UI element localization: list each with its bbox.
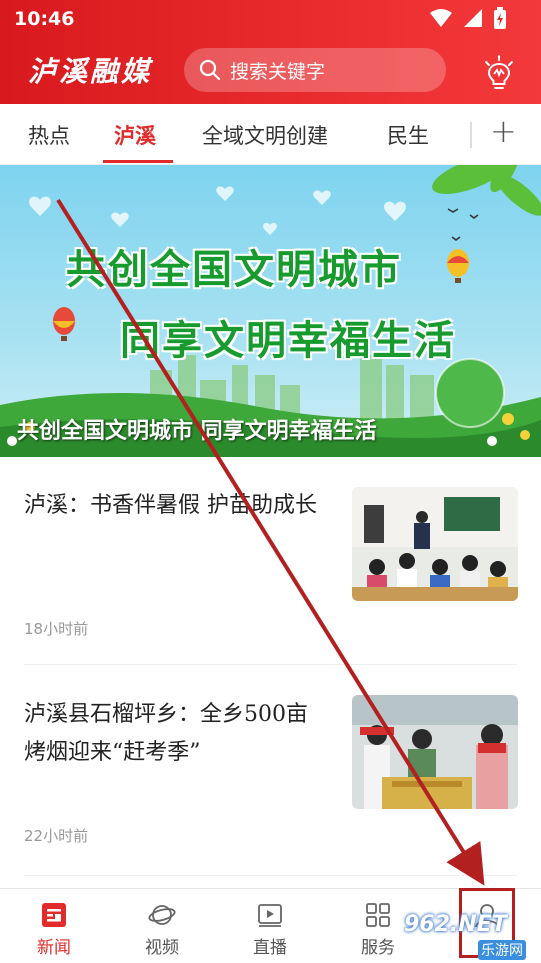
banner-caption: 共创全国文明城市 同享文明幸福生活	[17, 418, 377, 444]
nav-label: 直播	[253, 938, 287, 958]
signal-icon	[464, 9, 482, 27]
app-header: 10:46 泸溪融媒 搜索关键字	[0, 0, 541, 104]
battery-icon	[494, 7, 506, 29]
tab-livelihood[interactable]: 民生	[387, 120, 429, 150]
nav-label: 新闻	[37, 938, 71, 958]
add-channel-button[interactable]: +	[490, 112, 517, 150]
list-item[interactable]: 泸溪县石榴坪乡：全乡500亩烤烟迎来“赶考季” 22小时前	[0, 665, 541, 875]
grid-icon	[366, 903, 390, 927]
active-tab-indicator	[103, 160, 173, 163]
watermark-sub: 乐游网	[478, 940, 526, 960]
tabs-divider	[470, 122, 472, 148]
news-time: 18小时前	[24, 620, 89, 638]
news-icon	[42, 903, 66, 927]
news-time: 22小时前	[24, 827, 89, 845]
banner-carousel[interactable]: 共创全国文明城市 同享文明幸福生活 共创全国文明城市 同享文明幸福生活	[0, 165, 541, 457]
tab-luxi[interactable]: 泸溪	[114, 120, 156, 150]
divider	[24, 875, 517, 876]
news-thumbnail[interactable]	[352, 487, 518, 601]
nav-video[interactable]: 视频	[108, 889, 216, 963]
news-title[interactable]: 泸溪：书香伴暑假 护苗助成长	[24, 487, 324, 525]
wifi-icon	[430, 9, 452, 27]
banner-headline-1: 共创全国文明城市	[66, 247, 402, 293]
nav-news[interactable]: 新闻	[0, 889, 108, 963]
tab-civilization[interactable]: 全域文明创建	[202, 120, 328, 150]
news-title[interactable]: 泸溪县石榴坪乡：全乡500亩烤烟迎来“赶考季”	[24, 696, 324, 772]
watermark: 962.NET	[404, 912, 507, 937]
planet-icon	[148, 905, 176, 925]
banner-headline-2: 同享文明幸福生活	[120, 318, 456, 364]
app-logo: 泸溪融媒	[28, 55, 153, 88]
play-icon	[258, 904, 282, 927]
status-time: 10:46	[14, 8, 75, 30]
news-thumbnail[interactable]	[352, 695, 518, 809]
search-icon	[199, 59, 221, 81]
lightbulb-icon[interactable]	[481, 55, 517, 91]
tab-hot[interactable]: 热点	[28, 120, 70, 150]
search-bar[interactable]: 搜索关键字	[184, 48, 446, 92]
search-placeholder: 搜索关键字	[230, 60, 326, 83]
channel-tabs: 热点 泸溪 全域文明创建 民生 +	[0, 104, 541, 165]
list-item[interactable]: 泸溪：书香伴暑假 护苗助成长 18小时前	[0, 457, 541, 664]
nav-label: 视频	[145, 938, 179, 958]
nav-live[interactable]: 直播	[216, 889, 324, 963]
status-icons	[429, 7, 507, 29]
